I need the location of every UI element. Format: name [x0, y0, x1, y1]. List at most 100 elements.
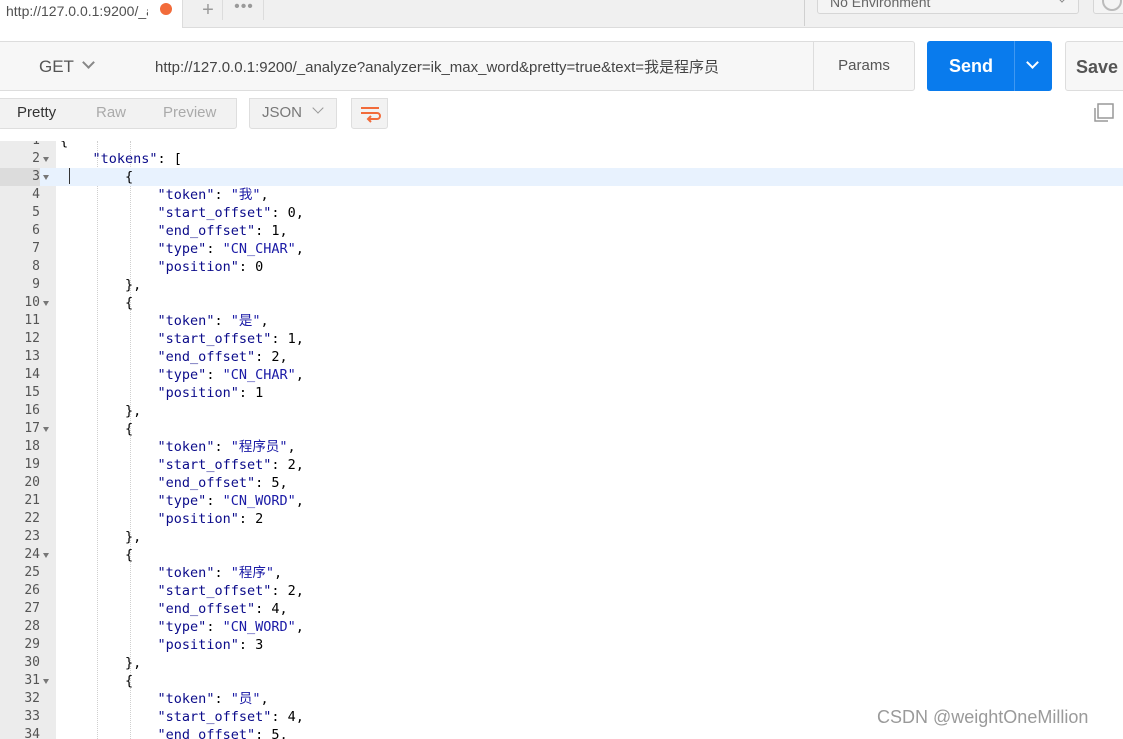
code-text: "position": 1	[157, 385, 264, 401]
line-number: 4	[32, 187, 40, 202]
code-line: 3 {	[0, 168, 1123, 186]
line-number: 34	[24, 727, 40, 739]
code-line: 13 "end_offset": 2,	[0, 348, 1123, 366]
line-number: 21	[24, 493, 40, 508]
code-line: 25 "token": "程序",	[0, 564, 1123, 582]
code-line: 10 {	[0, 294, 1123, 312]
code-text: {	[60, 673, 134, 689]
line-number: 19	[24, 457, 40, 472]
line-number: 30	[24, 655, 40, 670]
response-toolbar: Pretty Raw Preview JSON	[0, 98, 1123, 142]
code-text: "start_offset": 0,	[157, 205, 304, 221]
format-label: JSON	[262, 104, 303, 121]
fold-caret-icon[interactable]	[43, 175, 49, 180]
fold-caret-icon[interactable]	[43, 679, 49, 684]
response-body-editor[interactable]: 1{2 "tokens": [3 {4 "token": "我",5 "star…	[0, 141, 1123, 739]
plus-icon[interactable]: +	[194, 0, 222, 21]
code-line: 27 "end_offset": 4,	[0, 600, 1123, 618]
code-line: 7 "type": "CN_CHAR",	[0, 240, 1123, 258]
code-text: "type": "CN_WORD",	[157, 619, 304, 635]
line-number: 18	[24, 439, 40, 454]
unsaved-dot-icon	[160, 3, 172, 15]
code-text: {	[60, 421, 134, 437]
line-number: 12	[24, 331, 40, 346]
params-button[interactable]: Params	[813, 41, 915, 91]
line-number: 32	[24, 691, 40, 706]
code-text: {	[60, 295, 134, 311]
code-text: "end_offset": 5,	[157, 475, 288, 491]
line-number: 2	[32, 151, 40, 166]
tab-pretty[interactable]: Pretty	[17, 104, 56, 121]
line-number: 1	[0, 141, 40, 150]
environment-quick-look-button[interactable]	[1093, 0, 1123, 14]
tab-raw[interactable]: Raw	[96, 104, 126, 121]
line-number: 17	[24, 421, 40, 436]
code-line: 29 "position": 3	[0, 636, 1123, 654]
environment-select[interactable]: No Environment	[817, 0, 1079, 14]
code-text: "start_offset": 4,	[157, 709, 304, 725]
code-line: 2 "tokens": [	[0, 150, 1123, 168]
line-number: 15	[24, 385, 40, 400]
line-number: 13	[24, 349, 40, 364]
fold-caret-icon[interactable]	[43, 301, 49, 306]
tab-title: http://127.0.0.1:9200/_analyze?analyzer=…	[6, 3, 148, 19]
code-text: "type": "CN_WORD",	[157, 493, 304, 509]
code-text: "tokens": [	[92, 151, 182, 167]
chevron-down-icon	[82, 56, 95, 69]
code-text: "end_offset": 5,	[157, 727, 288, 739]
code-line: 18 "token": "程序员",	[0, 438, 1123, 456]
code-line: 6 "end_offset": 1,	[0, 222, 1123, 240]
code-text: "token": "员",	[157, 691, 269, 707]
code-text: "position": 0	[157, 259, 264, 275]
code-line: 4 "token": "我",	[0, 186, 1123, 204]
copy-button[interactable]	[1092, 101, 1116, 123]
code-text: "start_offset": 1,	[157, 331, 304, 347]
text-cursor	[69, 168, 70, 184]
request-tab-active[interactable]: http://127.0.0.1:9200/_analyze?analyzer=…	[0, 0, 183, 28]
code-line: 5 "start_offset": 0,	[0, 204, 1123, 222]
request-bar: GET Params Send Save	[0, 28, 1123, 104]
fold-caret-icon[interactable]	[43, 553, 49, 558]
code-line: 26 "start_offset": 2,	[0, 582, 1123, 600]
tab-preview[interactable]: Preview	[163, 104, 216, 121]
save-button[interactable]: Save	[1065, 41, 1123, 91]
toolbar-divider	[804, 0, 805, 26]
code-line: 22 "position": 2	[0, 510, 1123, 528]
method-select[interactable]: GET	[0, 41, 142, 91]
view-mode-tabs: Pretty Raw Preview	[0, 98, 237, 129]
code-line: 17 {	[0, 420, 1123, 438]
fold-caret-icon[interactable]	[43, 157, 49, 162]
line-number: 14	[24, 367, 40, 382]
word-wrap-button[interactable]	[351, 98, 388, 129]
code-text: {	[60, 141, 69, 149]
code-line: 23 },	[0, 528, 1123, 546]
code-text: "token": "程序",	[157, 565, 283, 581]
line-number: 3	[0, 168, 40, 186]
code-text: "end_offset": 4,	[157, 601, 288, 617]
code-text: "type": "CN_CHAR",	[157, 241, 304, 257]
code-line: 9 },	[0, 276, 1123, 294]
code-text: },	[60, 655, 142, 671]
code-line: 12 "start_offset": 1,	[0, 330, 1123, 348]
code-line: 15 "position": 1	[0, 384, 1123, 402]
fold-caret-icon[interactable]	[43, 427, 49, 432]
line-number: 24	[24, 547, 40, 562]
save-label: Save	[1076, 57, 1119, 77]
code-text: {	[60, 547, 134, 563]
chevron-down-icon[interactable]	[1026, 56, 1039, 69]
code-line: 30 },	[0, 654, 1123, 672]
url-input[interactable]	[141, 41, 814, 91]
send-button[interactable]: Send	[927, 41, 1052, 91]
code-line: 16 },	[0, 402, 1123, 420]
line-number: 33	[24, 709, 40, 724]
ellipsis-icon[interactable]: •••	[230, 0, 258, 18]
format-select[interactable]: JSON	[249, 98, 337, 129]
copy-icon	[1094, 103, 1114, 122]
line-number: 6	[32, 223, 40, 238]
code-text: "position": 3	[157, 637, 264, 653]
line-number: 23	[24, 529, 40, 544]
code-text: "start_offset": 2,	[157, 583, 304, 599]
code-line: 24 {	[0, 546, 1123, 564]
line-number: 26	[24, 583, 40, 598]
tab-divider	[263, 0, 264, 20]
